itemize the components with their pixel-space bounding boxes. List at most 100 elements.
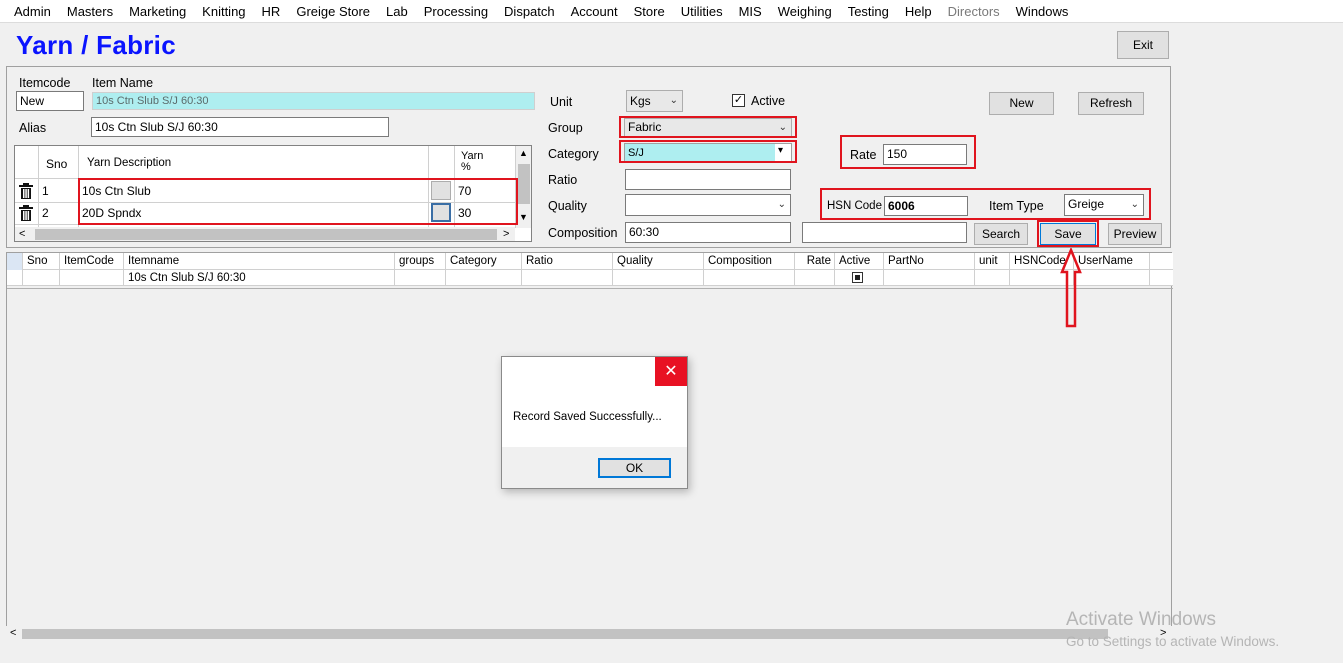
unit-label: Unit xyxy=(550,95,573,109)
yarn-row-2-pct[interactable]: 30 xyxy=(458,206,471,220)
yarn-grid-hscroll[interactable]: < > xyxy=(15,227,515,241)
active-checkbox[interactable]: ✓ xyxy=(732,94,745,107)
menu-windows[interactable]: Windows xyxy=(1008,0,1077,23)
col-itemname[interactable]: Itemname xyxy=(124,253,395,270)
col-composition[interactable]: Composition xyxy=(704,253,795,270)
delete-row-2-icon[interactable] xyxy=(17,205,35,221)
menu-directors: Directors xyxy=(947,3,1000,19)
unit-select[interactable]: Kgs ⌄ xyxy=(626,90,683,112)
search-field[interactable] xyxy=(802,222,967,243)
close-icon[interactable]: ✕ xyxy=(655,357,687,386)
activate-windows-subtitle: Go to Settings to activate Windows. xyxy=(1066,634,1280,649)
scroll-left-icon[interactable]: < xyxy=(19,227,25,241)
cell-sno[interactable] xyxy=(23,270,60,286)
row-selector[interactable] xyxy=(7,270,23,286)
yarn-row-2-button[interactable] xyxy=(431,203,451,222)
items-grid-hscroll-thumb[interactable] xyxy=(22,629,1108,639)
page-title: Yarn / Fabric xyxy=(16,30,176,60)
col-unit[interactable]: unit xyxy=(975,253,1010,270)
new-button[interactable]: New xyxy=(989,92,1054,115)
menu-hr[interactable]: HR xyxy=(254,0,289,23)
yarn-grid-vscroll-thumb[interactable] xyxy=(518,164,530,204)
exit-button[interactable]: Exit xyxy=(1117,31,1169,59)
col-rate[interactable]: Rate xyxy=(795,253,835,270)
activate-windows-title: Activate Windows xyxy=(1066,609,1216,630)
scroll-left-icon[interactable]: < xyxy=(10,627,16,639)
cell-unit[interactable] xyxy=(975,270,1010,286)
search-button[interactable]: Search xyxy=(974,223,1028,245)
menu-weighing[interactable]: Weighing xyxy=(770,0,840,23)
menu-testing[interactable]: Testing xyxy=(840,0,897,23)
yarn-row-2-desc[interactable]: 20D Spndx xyxy=(82,206,141,220)
hsn-field[interactable]: 6006 xyxy=(884,196,968,216)
cell-groups[interactable] xyxy=(395,270,446,286)
menu-knitting[interactable]: Knitting xyxy=(194,0,253,23)
ratio-field[interactable] xyxy=(625,169,791,190)
rate-field[interactable]: 150 xyxy=(883,144,967,165)
col-sno[interactable]: Sno xyxy=(23,253,60,270)
menu-dispatch[interactable]: Dispatch xyxy=(496,0,563,23)
ok-button[interactable]: OK xyxy=(598,458,671,478)
yarn-row-1-pct[interactable]: 70 xyxy=(458,184,471,198)
yarn-grid-hscroll-thumb[interactable] xyxy=(35,229,497,240)
items-grid-header: Sno ItemCode Itemname groups Category Ra… xyxy=(7,253,1173,270)
scroll-up-icon[interactable]: ▲ xyxy=(519,148,528,158)
menu-processing[interactable]: Processing xyxy=(416,0,496,23)
col-active[interactable]: Active xyxy=(835,253,884,270)
save-button[interactable]: Save xyxy=(1040,223,1096,245)
cell-composition[interactable] xyxy=(704,270,795,286)
itemcode-field[interactable]: New xyxy=(16,91,84,111)
cell-partno[interactable] xyxy=(884,270,975,286)
cell-username[interactable] xyxy=(1074,270,1150,286)
menu-admin[interactable]: Admin xyxy=(6,0,59,23)
menu-bar: Admin Masters Marketing Knitting HR Grei… xyxy=(0,0,1343,23)
yarn-row-1-button[interactable] xyxy=(431,181,451,200)
col-username[interactable]: UserName xyxy=(1074,253,1150,270)
menu-mis[interactable]: MIS xyxy=(731,0,770,23)
itemtype-select[interactable]: Greige ⌄ xyxy=(1064,194,1144,216)
col-partno[interactable]: PartNo xyxy=(884,253,975,270)
category-select[interactable]: S/J ▾ xyxy=(624,143,792,163)
chevron-down-icon: ⌄ xyxy=(1130,199,1139,210)
delete-row-1-icon[interactable] xyxy=(17,183,35,199)
scroll-right-icon[interactable]: > xyxy=(503,227,509,241)
col-ratio[interactable]: Ratio xyxy=(522,253,613,270)
cell-active[interactable] xyxy=(835,270,884,286)
cell-itemcode[interactable] xyxy=(60,270,124,286)
col-category[interactable]: Category xyxy=(446,253,522,270)
composition-field[interactable]: 60:30 xyxy=(625,222,791,243)
refresh-button[interactable]: Refresh xyxy=(1078,92,1144,115)
active-cell-checkbox[interactable] xyxy=(852,272,863,283)
itemname-field[interactable]: 10s Ctn Slub S/J 60:30 xyxy=(92,92,535,110)
col-itemcode[interactable]: ItemCode xyxy=(60,253,124,270)
menu-greige-store[interactable]: Greige Store xyxy=(288,0,378,23)
menu-utilities[interactable]: Utilities xyxy=(673,0,731,23)
yarn-grid-vscroll[interactable]: ▲ ▼ xyxy=(516,146,531,228)
yarn-row-1-desc[interactable]: 10s Ctn Slub xyxy=(82,184,151,198)
menu-marketing[interactable]: Marketing xyxy=(121,0,194,23)
itemname-label: Item Name xyxy=(92,76,154,90)
table-row[interactable]: 10s Ctn Slub S/J 60:30 xyxy=(7,270,1173,286)
scroll-down-icon[interactable]: ▼ xyxy=(519,212,528,222)
preview-button[interactable]: Preview xyxy=(1108,223,1162,245)
menu-lab[interactable]: Lab xyxy=(378,0,416,23)
items-grid-hscroll[interactable]: < > xyxy=(6,626,1172,642)
menu-account[interactable]: Account xyxy=(563,0,626,23)
col-quality[interactable]: Quality xyxy=(613,253,704,270)
yarn-grid: Sno Yarn Description Yarn % 1 10s Ctn Sl… xyxy=(14,145,532,242)
cell-ratio[interactable] xyxy=(522,270,613,286)
cell-rate[interactable] xyxy=(795,270,835,286)
cell-itemname[interactable]: 10s Ctn Slub S/J 60:30 xyxy=(124,270,395,286)
group-select[interactable]: Fabric ⌄ xyxy=(624,118,792,137)
menu-help[interactable]: Help xyxy=(897,0,940,23)
col-groups[interactable]: groups xyxy=(395,253,446,270)
alias-field[interactable]: 10s Ctn Slub S/J 60:30 xyxy=(91,117,389,137)
itemtype-value: Greige xyxy=(1068,197,1105,211)
ratio-label: Ratio xyxy=(548,173,578,187)
quality-select[interactable]: ⌄ xyxy=(625,194,791,216)
menu-masters[interactable]: Masters xyxy=(59,0,121,23)
menu-store[interactable]: Store xyxy=(626,0,673,23)
unit-value: Kgs xyxy=(630,94,651,108)
cell-category[interactable] xyxy=(446,270,522,286)
cell-quality[interactable] xyxy=(613,270,704,286)
